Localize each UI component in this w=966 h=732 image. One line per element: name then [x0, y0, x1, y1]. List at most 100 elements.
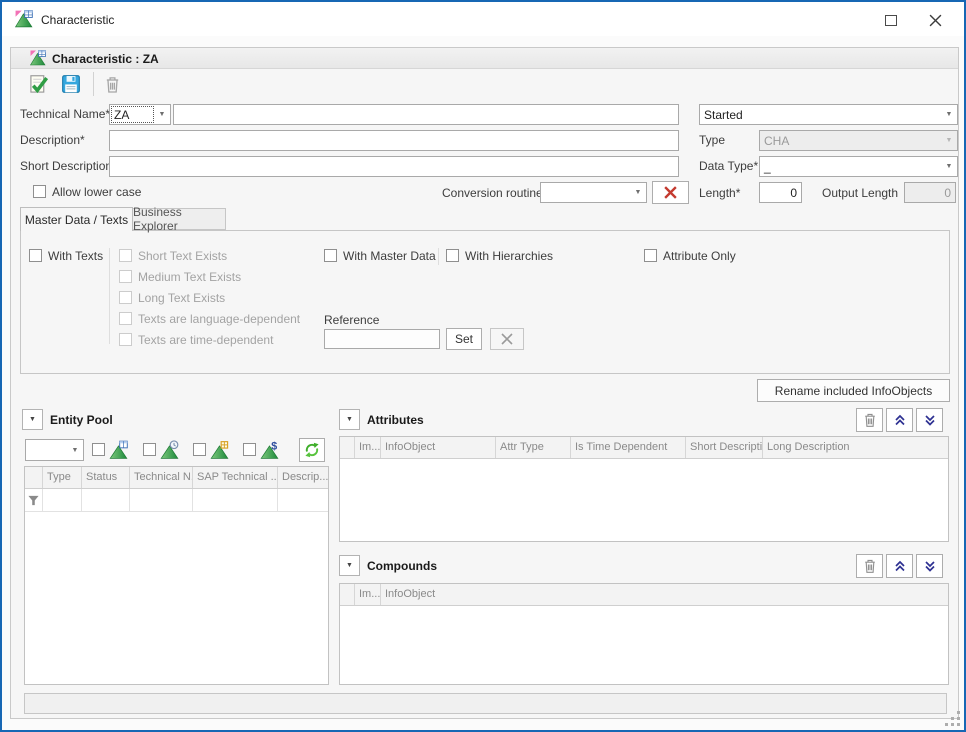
- chevron-down-icon[interactable]: ▼: [67, 447, 83, 454]
- compounds-move-up-button[interactable]: [886, 554, 913, 578]
- header-cell-status[interactable]: Status: [82, 467, 130, 488]
- chevron-down-icon[interactable]: ▼: [154, 111, 170, 118]
- reference-clear-button[interactable]: [490, 328, 524, 350]
- type-combo: CHA ▼: [759, 130, 958, 151]
- tab-label: Master Data / Texts: [25, 213, 128, 227]
- entity-pool-refresh-button[interactable]: [299, 438, 325, 462]
- conversion-routine-combo[interactable]: ▼: [540, 182, 647, 203]
- resize-grip[interactable]: [946, 712, 960, 726]
- reference-set-button[interactable]: Set: [446, 328, 482, 350]
- filter-cell[interactable]: [193, 489, 278, 511]
- filter-cell[interactable]: [130, 489, 193, 511]
- refresh-icon: [304, 442, 320, 458]
- close-button[interactable]: [914, 6, 956, 34]
- technical-name-input[interactable]: [173, 104, 679, 125]
- header-cell-description[interactable]: Descrip...: [278, 467, 329, 488]
- filter-unit-characteristics-checkbox[interactable]: [193, 443, 206, 456]
- maximize-button[interactable]: [870, 6, 912, 34]
- compounds-table[interactable]: Im... InfoObject: [339, 583, 949, 685]
- tab-label: Business Explorer: [133, 205, 225, 233]
- chevron-down-icon[interactable]: ▼: [941, 163, 957, 170]
- characteristic-window: Characteristic Characteristic : ZA: [0, 0, 966, 732]
- attribute-only-label: Attribute Only: [663, 249, 736, 263]
- header-cell-short-description[interactable]: Short Description: [686, 437, 763, 458]
- attributes-delete-button[interactable]: [856, 408, 883, 432]
- red-x-icon: [663, 186, 678, 199]
- attributes-collapse-button[interactable]: ▼: [339, 409, 360, 430]
- entity-pool-table[interactable]: Type Status Technical N... SAP Technical…: [24, 466, 329, 685]
- conversion-routine-label: Conversion routine: [442, 186, 543, 200]
- clear-conversion-routine-button[interactable]: [652, 181, 689, 204]
- status-combo[interactable]: Started ▼: [699, 104, 958, 125]
- attributes-move-up-button[interactable]: [886, 408, 913, 432]
- header-cell-infoobject[interactable]: InfoObject: [381, 584, 949, 605]
- with-hierarchies-checkbox[interactable]: [446, 249, 459, 262]
- type-label: Type: [699, 133, 725, 147]
- filter-key-figures-checkbox[interactable]: [243, 443, 256, 456]
- texts-language-dependent-checkbox: [119, 312, 132, 325]
- filter-cell[interactable]: [25, 489, 43, 511]
- entity-pool-table-header: Type Status Technical N... SAP Technical…: [25, 467, 328, 489]
- gray-x-icon: [500, 333, 514, 345]
- compounds-delete-button[interactable]: [856, 554, 883, 578]
- technical-name-prefix-combo[interactable]: ZA ▼: [109, 104, 171, 125]
- with-texts-checkbox[interactable]: [29, 249, 42, 262]
- with-master-data-label: With Master Data: [343, 249, 436, 263]
- with-texts-label: With Texts: [48, 249, 103, 263]
- chevron-down-icon[interactable]: ▼: [941, 111, 957, 118]
- filter-characteristics-checkbox[interactable]: [92, 443, 105, 456]
- header-cell-attr-type[interactable]: Attr Type: [496, 437, 571, 458]
- filter-cell[interactable]: [278, 489, 329, 511]
- compounds-move-down-button[interactable]: [916, 554, 943, 578]
- save-icon: [61, 74, 81, 94]
- header-cell-long-description[interactable]: Long Description: [763, 437, 949, 458]
- with-hierarchies-label: With Hierarchies: [465, 249, 553, 263]
- header-cell-type[interactable]: Type: [43, 467, 82, 488]
- reference-input[interactable]: [324, 329, 440, 349]
- chevron-double-down-icon: [923, 559, 937, 573]
- filter-cell[interactable]: [43, 489, 82, 511]
- trash-icon: [104, 75, 121, 94]
- header-cell-indicator: [340, 584, 355, 605]
- with-master-data-checkbox[interactable]: [324, 249, 337, 262]
- filter-cell[interactable]: [82, 489, 130, 511]
- reference-label: Reference: [324, 313, 379, 327]
- header-cell-is-time-dependent[interactable]: Is Time Dependent: [571, 437, 686, 458]
- rename-infoobjects-button[interactable]: Rename included InfoObjects: [757, 379, 950, 402]
- header-cell-im[interactable]: Im...: [355, 437, 381, 458]
- attributes-move-down-button[interactable]: [916, 408, 943, 432]
- medium-text-exists-label: Medium Text Exists: [138, 270, 241, 284]
- description-input[interactable]: [109, 130, 679, 151]
- type-value: CHA: [760, 134, 941, 148]
- compounds-collapse-button[interactable]: ▼: [339, 555, 360, 576]
- attribute-only-checkbox[interactable]: [644, 249, 657, 262]
- filter-time-characteristics-checkbox[interactable]: [143, 443, 156, 456]
- chevron-double-up-icon: [893, 413, 907, 427]
- validate-button[interactable]: [26, 72, 50, 96]
- length-input[interactable]: [759, 182, 802, 203]
- chevron-down-icon: ▼: [346, 416, 353, 423]
- header-cell-infoobject[interactable]: InfoObject: [381, 437, 496, 458]
- tab-master-data-texts[interactable]: Master Data / Texts: [20, 207, 133, 231]
- short-text-exists-checkbox: [119, 249, 132, 262]
- header-cell-im[interactable]: Im...: [355, 584, 381, 605]
- attributes-table[interactable]: Im... InfoObject Attr Type Is Time Depen…: [339, 436, 949, 542]
- close-icon: [929, 14, 942, 27]
- delete-button[interactable]: [100, 72, 124, 96]
- entity-pool-collapse-button[interactable]: ▼: [22, 409, 43, 430]
- chevron-down-icon[interactable]: ▼: [630, 189, 646, 196]
- rename-infoobjects-label: Rename included InfoObjects: [775, 384, 932, 398]
- data-type-combo[interactable]: _ ▼: [759, 156, 958, 177]
- short-description-input[interactable]: [109, 156, 679, 177]
- attributes-title: Attributes: [367, 413, 424, 427]
- header-cell-sap-technical-name[interactable]: SAP Technical ...: [193, 467, 278, 488]
- allow-lower-case-checkbox[interactable]: [33, 185, 46, 198]
- tab-business-explorer[interactable]: Business Explorer: [133, 208, 226, 230]
- technical-name-label: Technical Name*: [20, 107, 110, 121]
- length-label: Length*: [699, 186, 740, 200]
- header-cell-technical-name[interactable]: Technical N...: [130, 467, 193, 488]
- status-value: Started: [700, 108, 941, 122]
- entity-pool-filter-combo[interactable]: ▼: [25, 439, 84, 461]
- entity-pool-filter-row[interactable]: [25, 489, 328, 512]
- save-button[interactable]: [59, 72, 83, 96]
